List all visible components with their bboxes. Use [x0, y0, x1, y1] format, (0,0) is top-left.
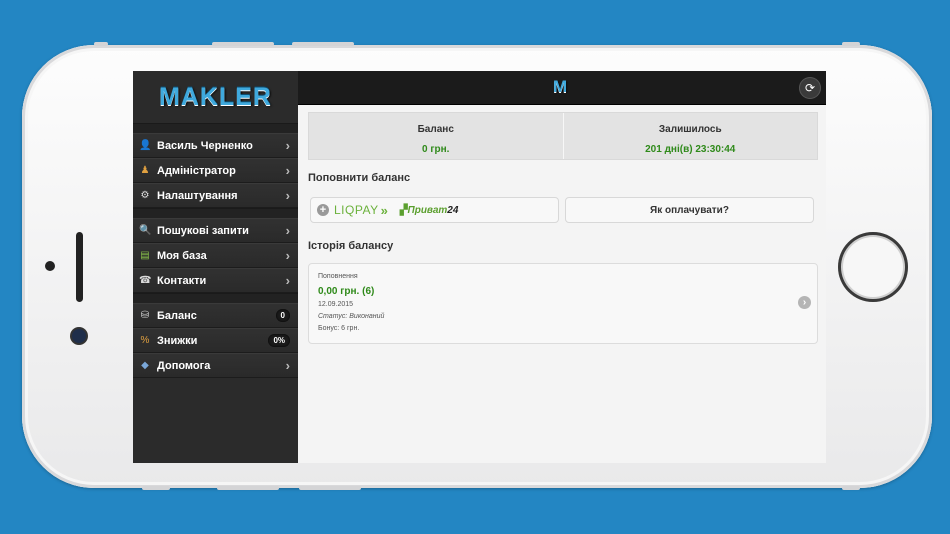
- gear-icon: ⚙: [140, 190, 150, 201]
- percent-icon: %: [140, 335, 150, 346]
- volume-down-button: [292, 42, 354, 46]
- sidebar-item[interactable]: ⛁ Баланс 0: [133, 303, 298, 328]
- how-to-pay-button[interactable]: Як оплачувати?: [565, 197, 814, 223]
- sidebar-item[interactable]: ♟ Адміністратор ›: [133, 158, 298, 183]
- chevron-right-icon: ›: [285, 138, 290, 153]
- database-icon: ▤: [140, 250, 150, 261]
- sidebar-item-label: Налаштування: [157, 189, 238, 202]
- phone-speaker: [76, 232, 83, 302]
- chevron-right-icon: ›: [285, 163, 290, 178]
- chevron-right-icon: ›: [285, 358, 290, 373]
- history-type: Поповнення: [318, 273, 358, 280]
- history-item[interactable]: Поповнення 0,00 грн. (6) 12.09.2015 Стат…: [308, 263, 818, 344]
- user-icon: 👤: [139, 140, 152, 151]
- balance-stat: Баланс 0 грн.: [309, 113, 563, 159]
- sidebar-item-label: Моя база: [157, 249, 207, 262]
- sidebar-item[interactable]: ⚙ Налаштування ›: [133, 183, 298, 208]
- sidebar-item-label: Адміністратор: [157, 164, 236, 177]
- remaining-label: Залишилось: [658, 124, 722, 135]
- sidebar-item[interactable]: % Знижки 0%: [133, 328, 298, 353]
- sidebar-item-label: Василь Черненко: [157, 139, 253, 152]
- liqpay-arrows-icon: »: [380, 202, 388, 218]
- chevron-right-icon: ›: [285, 273, 290, 288]
- chevron-right-icon: ›: [285, 188, 290, 203]
- phone-top-button: [842, 42, 860, 46]
- main-content: M ⟳ Баланс 0 грн. Залишилось 201 дні(в) …: [298, 71, 826, 463]
- sidebar-item[interactable]: 👤 Василь Черненко ›: [133, 133, 298, 158]
- history-status: Статус: Виконаний: [318, 313, 385, 320]
- privat24-icon: ▞: [399, 204, 408, 216]
- history-bonus: Бонус: 6 грн.: [318, 325, 360, 332]
- phone-camera: [72, 329, 86, 343]
- chevron-right-icon: ›: [285, 248, 290, 263]
- balance-stats: Баланс 0 грн. Залишилось 201 дні(в) 23:3…: [308, 112, 818, 160]
- sidebar-item[interactable]: 🔍 Пошукові запити ›: [133, 218, 298, 243]
- liqpay-logo: LIQPAY: [334, 203, 379, 217]
- phone-bottom-button: [142, 486, 170, 490]
- menu-divider: [133, 293, 298, 303]
- topup-title: Поповнити баланс: [308, 172, 411, 184]
- remaining-stat: Залишилось 201 дні(в) 23:30:44: [562, 113, 818, 159]
- chevron-right-icon: ›: [285, 223, 290, 238]
- volume-up-button: [212, 42, 274, 46]
- top-bar: M ⟳: [298, 71, 826, 105]
- home-button[interactable]: [838, 232, 908, 302]
- sidebar-item-label: Знижки: [157, 334, 198, 347]
- phone-icon: ☎: [139, 275, 152, 286]
- phone-side-button: [94, 42, 108, 46]
- menu-divider: [133, 123, 298, 133]
- refresh-icon: ⟳: [804, 81, 816, 95]
- search-icon: 🔍: [139, 225, 152, 236]
- sidebar-item-label: Баланс: [157, 309, 197, 322]
- phone-sensor: [45, 261, 55, 271]
- refresh-button[interactable]: ⟳: [799, 77, 821, 99]
- privat24-label: Приват: [407, 204, 448, 216]
- history-amount: 0,00 грн. (6): [318, 286, 375, 297]
- top-logo[interactable]: M: [553, 77, 567, 97]
- phone-bottom-button: [299, 486, 361, 490]
- liqpay-button[interactable]: + LIQPAY » ▞ Приват 24: [310, 197, 559, 223]
- privat24-number: 24: [447, 204, 459, 216]
- logo-area: MAKLER: [133, 71, 298, 123]
- balance-label: Баланс: [417, 124, 454, 135]
- sidebar-item[interactable]: ▤ Моя база ›: [133, 243, 298, 268]
- chevron-right-icon[interactable]: ›: [798, 296, 811, 309]
- count-badge: 0: [275, 309, 290, 322]
- sidebar-item-label: Контакти: [157, 274, 207, 287]
- phone-bottom-button: [217, 486, 279, 490]
- admin-icon: ♟: [140, 165, 150, 176]
- sidebar-item-label: Допомога: [157, 359, 211, 372]
- remaining-value: 201 дні(в) 23:30:44: [645, 144, 736, 155]
- menu-divider: [133, 208, 298, 218]
- sidebar-item-label: Пошукові запити: [157, 224, 249, 237]
- history-date: 12.09.2015: [318, 301, 354, 308]
- app-screen: MAKLER 👤 Василь Черненко › ♟ Адміністратор › ⚙…: [133, 71, 826, 463]
- count-badge: 0%: [268, 334, 290, 347]
- phone-bottom-button: [842, 486, 860, 490]
- sidebar-item[interactable]: ☎ Контакти ›: [133, 268, 298, 293]
- app-logo[interactable]: MAKLER: [159, 83, 272, 112]
- help-icon: ◆: [141, 360, 149, 371]
- sidebar-menu: 👤 Василь Черненко › ♟ Адміністратор › ⚙ Налашту…: [133, 123, 298, 378]
- sidebar-item[interactable]: ◆ Допомога ›: [133, 353, 298, 378]
- history-title: Історія балансу: [308, 240, 394, 252]
- sidebar: MAKLER 👤 Василь Черненко › ♟ Адміністратор › ⚙…: [133, 71, 298, 463]
- money-bag-icon: ⛁: [140, 310, 150, 321]
- plus-icon: +: [317, 204, 329, 216]
- balance-value: 0 грн.: [422, 144, 450, 155]
